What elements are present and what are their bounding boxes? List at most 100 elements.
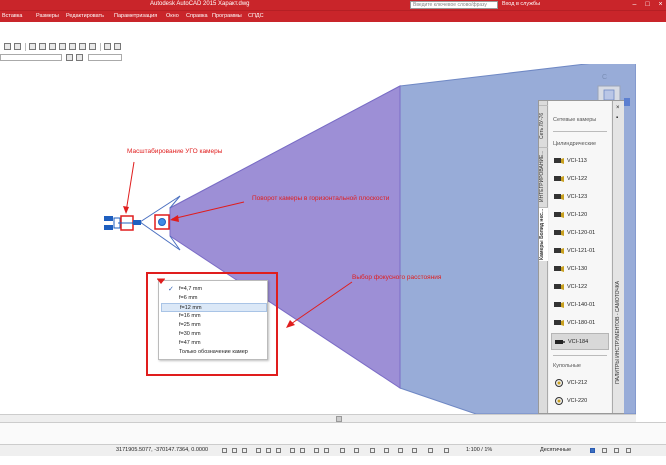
section-cylindrical: Цилиндрические [553,141,597,147]
camera-item[interactable]: VCI-123 [551,189,609,206]
polar-icon[interactable] [266,448,271,453]
isolate-icon[interactable] [384,448,389,453]
menu-window[interactable]: Окно [166,13,179,19]
annotation-scale[interactable]: 1:100 / 1% [466,447,492,453]
menu-item-focal[interactable]: f=16 mm [161,312,267,321]
menu-item-focal[interactable]: ✓ f=4,7 mm [161,285,267,294]
tool-icon[interactable] [29,43,36,50]
otrack-icon[interactable] [290,448,295,453]
rotation-grip[interactable] [154,214,170,230]
ortho-icon[interactable] [256,448,261,453]
palette-title-bar[interactable]: × ▪ ПАЛИТРЫ ИНСТРУМЕНТОВ - САМОТОЧКА [612,101,624,413]
camera-icon [554,266,564,272]
menu-dimensions[interactable]: Размеры [36,13,59,19]
camera-item[interactable]: VCI-220 [551,393,609,410]
grid-icon[interactable] [232,448,237,453]
menu-spds[interactable]: СПДС [248,13,264,19]
close-icon[interactable]: × [656,1,665,9]
horizontal-scrollbar[interactable] [0,414,636,422]
units-selector[interactable]: Десятичные [540,447,571,453]
menu-item-focal[interactable]: f=30 mm [161,330,267,339]
camera-label: VCI-140-01 [567,302,596,308]
menu-item-label: f=4,7 mm [179,286,203,292]
snap-icon[interactable] [242,448,247,453]
menu-item-label: f=47 mm [179,340,201,346]
tool-icon[interactable] [4,43,11,50]
tool-icon[interactable] [76,54,83,61]
menu-programs[interactable]: Программы [212,13,242,19]
close-icon[interactable]: × [616,105,620,111]
maximize-icon[interactable]: □ [643,1,652,9]
tool-icon[interactable] [49,43,56,50]
search-input[interactable]: Введите ключевое слово/фразу [410,1,498,9]
tool-icon[interactable] [39,43,46,50]
menu-modify[interactable]: Редактировать [66,13,104,19]
layer-combo[interactable] [0,54,62,61]
selection-icon[interactable] [324,448,329,453]
camera-symbol[interactable] [104,215,142,231]
coordinates-readout: 3171905.5077, -370147.7364, 0.0000 [116,447,209,453]
clean-screen-icon[interactable] [412,448,417,453]
menu-help[interactable]: Справка [186,13,208,19]
hardware-icon[interactable] [398,448,403,453]
style-combo[interactable] [88,54,122,61]
menu-item-label: Только обозначение камер [179,349,248,355]
tool-icon[interactable] [104,43,111,50]
menu-item-focal[interactable]: Только обозначение камер [161,348,267,357]
dome-camera-icon [555,379,563,387]
customize-icon[interactable] [602,448,607,453]
camera-icon [554,212,564,218]
camera-item[interactable]: VCI-130 [551,261,609,278]
minimize-icon[interactable]: – [630,1,639,9]
camera-item[interactable]: VCI-113 [551,153,609,170]
osnap-icon[interactable] [276,448,281,453]
tool-icon[interactable] [114,43,121,50]
tool-icon[interactable] [89,43,96,50]
camera-item[interactable]: VCI-180-01 [551,315,609,332]
tool-icon[interactable] [79,43,86,50]
vp-icon[interactable] [428,448,433,453]
annotate-icon[interactable] [370,448,375,453]
workspace-icon[interactable] [354,448,359,453]
annotation-icon[interactable] [340,448,345,453]
settings-icon[interactable]: ▪ [616,115,618,121]
camera-icon [554,248,564,254]
lock-icon[interactable] [444,448,449,453]
menu-parametric[interactable]: Параметризация [114,13,157,19]
camera-item[interactable]: VCI-122 [551,171,609,188]
settings-icon[interactable] [614,448,619,453]
focal-length-menu[interactable]: ✓ f=4,7 mm f=6 mm f=12 mm f=16 mm f=25 mm… [158,280,268,360]
tab-network[interactable]: Сеть ЛУ-76 [539,105,548,145]
camera-item[interactable]: VCI-120-01 [551,225,609,242]
model-icon[interactable] [222,448,227,453]
camera-item[interactable]: VCI-140-01 [551,297,609,314]
menu-item-focal[interactable]: f=6 mm [161,294,267,303]
tool-icon[interactable] [59,43,66,50]
command-line[interactable] [0,422,666,444]
toolbar-row-2 [0,53,666,63]
dropdown-grip-icon[interactable] [156,278,166,286]
transparency-icon[interactable] [314,448,319,453]
camera-item[interactable]: VCI-122 [551,279,609,296]
menu-item-focal[interactable]: f=12 mm [161,303,267,312]
globe-icon[interactable] [590,448,595,453]
status-bar: 3171905.5077, -370147.7364, 0.0000 1:100… [0,444,666,456]
tool-icon[interactable] [66,54,73,61]
tool-icon[interactable] [14,43,21,50]
menu-item-focal[interactable]: f=25 mm [161,321,267,330]
menu-item-focal[interactable]: f=47 mm [161,339,267,348]
tab-integration[interactable]: ИНТЕГРИРОВАНИЕ... [539,147,548,205]
annotation-arrow [125,161,135,213]
camera-item-selected[interactable]: VCI-184 [551,333,609,350]
tool-icon[interactable] [69,43,76,50]
camera-icon [554,230,564,236]
camera-item[interactable]: VCI-121-01 [551,243,609,260]
sign-in-button[interactable]: Вход в службы [502,1,540,7]
camera-label: VCI-212 [567,380,588,386]
tab-bolid-cameras[interactable]: Камеры Болид нес... [539,207,548,261]
lineweight-icon[interactable] [300,448,305,453]
camera-item[interactable]: VCI-120 [551,207,609,224]
menu-insert[interactable]: Вставка [2,13,22,19]
camera-item[interactable]: VCI-212 [551,375,609,392]
fullscreen-icon[interactable] [626,448,631,453]
